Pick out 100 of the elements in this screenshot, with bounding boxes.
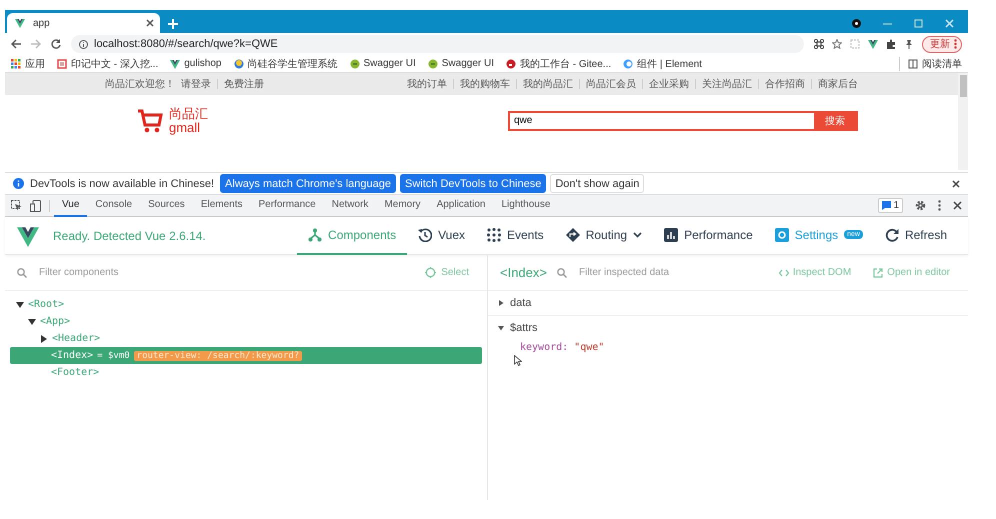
logo-name: 尚品汇 bbox=[169, 107, 208, 121]
status-text: Ready. Detected Vue 2.6.14. bbox=[53, 228, 206, 242]
plus-icon[interactable] bbox=[168, 19, 178, 29]
code-icon bbox=[778, 268, 789, 276]
filter-field[interactable]: Filter inspected data bbox=[577, 266, 763, 279]
bookmark[interactable]: Swagger UI bbox=[428, 58, 494, 69]
star-icon[interactable] bbox=[832, 39, 842, 49]
info-icon bbox=[79, 40, 88, 48]
cart-icon bbox=[137, 108, 163, 134]
nav-tab[interactable]: Performance bbox=[653, 216, 764, 254]
nav-link[interactable]: 商家后台 bbox=[818, 77, 858, 91]
register-link[interactable]: 免费注册 bbox=[224, 77, 264, 91]
reading-list-icon bbox=[908, 58, 918, 68]
reading-list[interactable]: 阅读清单 bbox=[899, 56, 962, 70]
bookmark[interactable]: 我的工作台 - Gitee... bbox=[506, 56, 612, 70]
chart-icon bbox=[664, 228, 678, 242]
bookmark-icon bbox=[234, 58, 244, 68]
infobar-button[interactable]: Don't show again bbox=[550, 174, 644, 193]
maximize-icon[interactable] bbox=[914, 19, 923, 28]
caret-icon[interactable] bbox=[498, 300, 504, 306]
section-title[interactable]: $attrs bbox=[510, 322, 538, 334]
instance-ref: = $vm0 bbox=[97, 350, 130, 360]
message-icon bbox=[882, 201, 892, 210]
infobar-message: DevTools is now available in Chinese! bbox=[30, 178, 214, 190]
nav-link[interactable]: 我的购物车 bbox=[460, 77, 510, 91]
issues-button[interactable]: 1 bbox=[878, 198, 903, 213]
component-name: <Index> bbox=[51, 350, 94, 361]
close-icon[interactable] bbox=[146, 19, 154, 27]
refresh-icon bbox=[884, 228, 899, 242]
bookmark-icon bbox=[428, 58, 438, 68]
caret-icon[interactable] bbox=[498, 325, 504, 331]
nav-link[interactable]: 尚品汇会员 bbox=[586, 77, 636, 91]
target-icon bbox=[425, 267, 436, 278]
bookmark[interactable]: 应用 bbox=[11, 56, 45, 70]
route-tag: router-view: /search/:keyword? bbox=[134, 350, 302, 360]
bookmark-icon bbox=[623, 58, 634, 68]
reload-icon[interactable] bbox=[51, 39, 61, 49]
nav-tab[interactable]: Vuex bbox=[407, 216, 476, 254]
apps-icon bbox=[11, 58, 21, 68]
nav-link[interactable]: 我的尚品汇 bbox=[523, 77, 573, 91]
nav-link[interactable]: 关注尚品汇 bbox=[702, 77, 752, 91]
inspect-icon[interactable] bbox=[11, 200, 22, 210]
close-icon[interactable] bbox=[953, 201, 962, 210]
bookmark-icon bbox=[506, 58, 516, 68]
caret-icon[interactable] bbox=[28, 318, 36, 326]
address-bar[interactable]: localhost:8080/#/search/qwe?k=QWE bbox=[71, 35, 804, 53]
search-icon bbox=[17, 268, 27, 278]
devtools-tab[interactable]: Application bbox=[428, 194, 494, 216]
back-icon[interactable] bbox=[11, 39, 21, 49]
filter-field[interactable]: Filter components bbox=[37, 266, 410, 279]
scrollbar[interactable] bbox=[958, 73, 968, 170]
property-key: keyword: bbox=[520, 342, 568, 353]
component-name: <App> bbox=[40, 316, 70, 327]
component-name: <Root> bbox=[28, 299, 64, 310]
menu-icon bbox=[954, 39, 957, 49]
command-icon[interactable] bbox=[814, 39, 824, 49]
component-name: <Header> bbox=[52, 333, 100, 344]
devtools-tab[interactable]: Elements bbox=[192, 194, 250, 216]
close-icon[interactable] bbox=[952, 180, 960, 188]
infobar-button[interactable]: Always match Chrome's language bbox=[220, 174, 396, 193]
puzzle-icon[interactable] bbox=[886, 39, 896, 49]
devtools-tab[interactable]: Network bbox=[324, 194, 376, 216]
devtools-tab[interactable]: Memory bbox=[376, 194, 429, 216]
nav-link[interactable]: 合作招商 bbox=[765, 77, 805, 91]
search-button[interactable]: 搜索 bbox=[814, 112, 856, 129]
devtools-tab[interactable]: Console bbox=[87, 194, 140, 216]
login-link[interactable]: 请登录 bbox=[181, 77, 211, 91]
history-icon bbox=[418, 228, 432, 242]
infobar-button[interactable]: Switch DevTools to Chinese bbox=[400, 174, 546, 193]
bookmark[interactable]: 印记中文 - 深入挖... bbox=[57, 56, 158, 70]
nav-tab[interactable]: Routing bbox=[554, 216, 654, 254]
bookmark[interactable]: gulishop bbox=[170, 58, 222, 69]
device-icon[interactable] bbox=[30, 200, 41, 212]
pointer-icon bbox=[514, 355, 522, 366]
caret-icon[interactable] bbox=[40, 334, 48, 342]
menu-icon[interactable] bbox=[938, 200, 941, 211]
devtools-tab[interactable]: Performance bbox=[250, 194, 324, 216]
devtools-tab[interactable]: Sources bbox=[140, 194, 193, 216]
settings-icon[interactable] bbox=[915, 200, 926, 211]
component-title: <Index> bbox=[500, 265, 547, 280]
nav-link[interactable]: 企业采购 bbox=[649, 77, 689, 91]
devtools-tab[interactable]: Lighthouse bbox=[493, 194, 558, 216]
nav-link[interactable]: 我的订单 bbox=[407, 77, 447, 91]
pin-icon[interactable] bbox=[904, 39, 914, 49]
property-value: "qwe" bbox=[574, 342, 604, 353]
bookmark[interactable]: 组件 | Element bbox=[623, 56, 702, 70]
bookmark[interactable]: Swagger UI bbox=[350, 58, 416, 69]
nav-tab[interactable]: Events bbox=[476, 216, 555, 254]
devtools-tab[interactable]: Vue bbox=[54, 194, 88, 216]
bookmark[interactable]: 尚硅谷学生管理系统 bbox=[234, 56, 338, 70]
record-icon[interactable] bbox=[852, 19, 861, 28]
welcome-text: 尚品汇欢迎您！ bbox=[105, 78, 175, 91]
url-text: localhost:8080/#/search/qwe?k=QWE bbox=[94, 38, 278, 50]
search-field[interactable]: qwe 搜索 bbox=[508, 110, 858, 131]
nav-tab[interactable]: Refresh bbox=[874, 216, 958, 254]
caret-icon[interactable] bbox=[16, 300, 24, 308]
bookmark-icon bbox=[350, 58, 360, 68]
section-title[interactable]: data bbox=[510, 297, 532, 309]
profile-button[interactable]: 更新 bbox=[922, 36, 962, 52]
browser-tab[interactable]: app bbox=[7, 13, 160, 33]
